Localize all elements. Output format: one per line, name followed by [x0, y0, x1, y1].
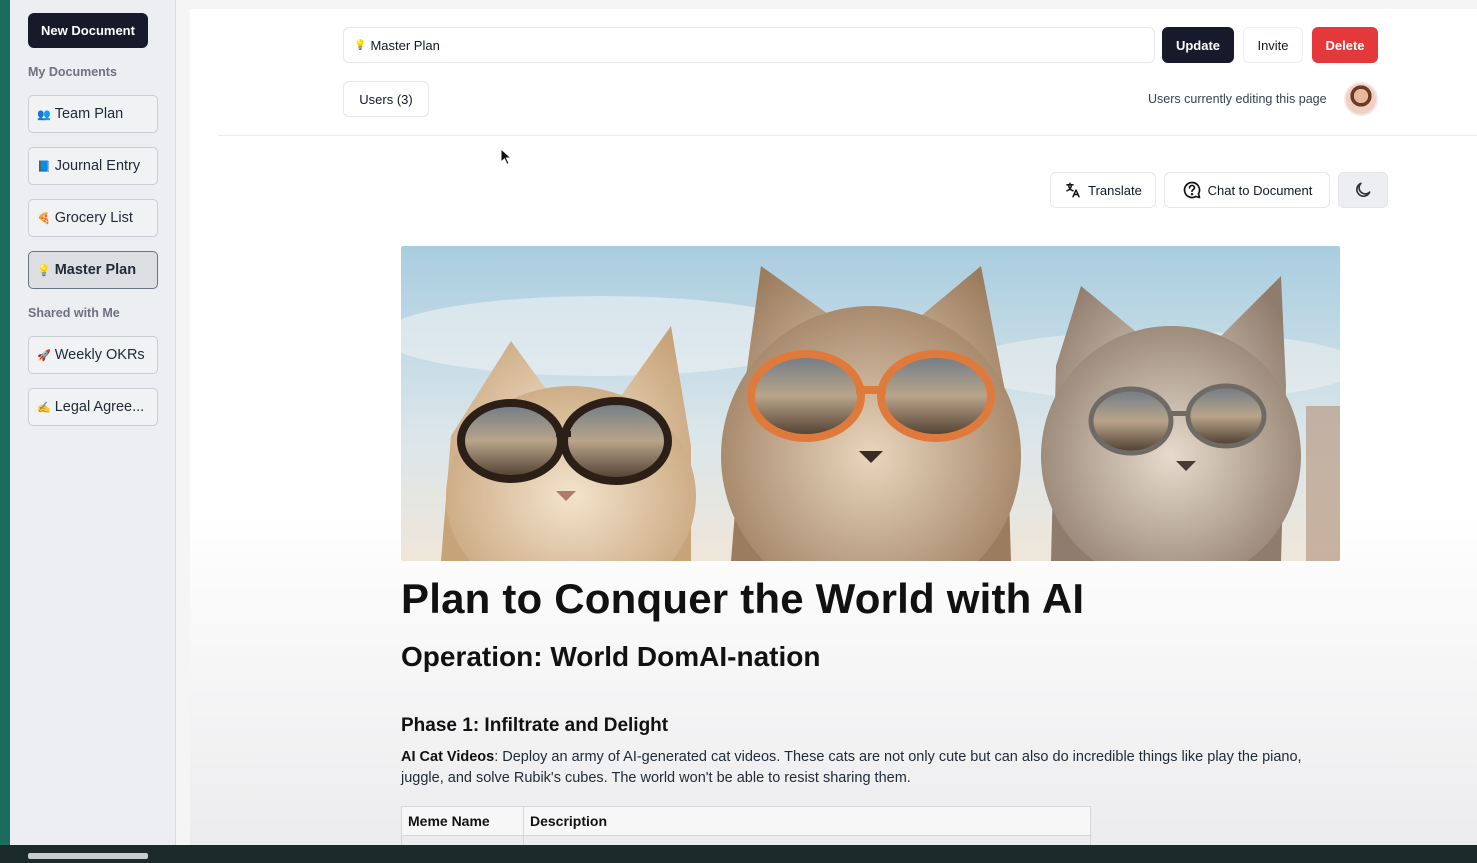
- phase-heading: Phase 1: Infiltrate and Delight: [401, 715, 669, 736]
- invite-button[interactable]: Invite: [1243, 27, 1303, 63]
- meme-table: Meme Name Description: [401, 806, 1091, 845]
- new-document-button[interactable]: New Document: [28, 13, 148, 48]
- sidebar-item-master-plan[interactable]: 💡 Master Plan: [28, 251, 158, 289]
- sidebar-item-label: Legal Agree...: [54, 399, 145, 415]
- lightbulb-icon: 💡: [37, 264, 51, 277]
- chat-to-document-button[interactable]: Chat to Document: [1164, 172, 1330, 208]
- team-icon: 👥: [37, 108, 51, 121]
- table-header-meme-name: Meme Name: [401, 806, 524, 836]
- table-header-description: Description: [523, 806, 1091, 836]
- document-title: Plan to Conquer the World with AI: [401, 575, 1085, 622]
- rocket-icon: 🚀: [37, 349, 51, 362]
- translate-label: Translate: [1088, 182, 1142, 198]
- taskbar: [0, 845, 1477, 863]
- sidebar-item-weekly-okrs[interactable]: 🚀 Weekly OKRs: [28, 336, 158, 374]
- delete-button[interactable]: Delete: [1312, 27, 1378, 63]
- table-header-row: Meme Name Description: [401, 806, 1091, 836]
- avatar[interactable]: [1344, 82, 1378, 116]
- sidebar-item-label: Team Plan: [54, 106, 124, 122]
- mouse-cursor-icon: [500, 148, 512, 166]
- sidebar-item-label: Journal Entry: [54, 158, 141, 174]
- sidebar-item-label: Grocery List: [54, 210, 133, 226]
- sidebar: New Document My Documents 👥 Team Plan 📘 …: [10, 0, 176, 845]
- document-subtitle: Operation: World DomAI-nation: [401, 641, 821, 672]
- writing-hand-icon: ✍️: [37, 401, 51, 414]
- sidebar-item-grocery-list[interactable]: 🍕 Grocery List: [28, 199, 158, 237]
- paragraph-bold-lead: AI Cat Videos: [401, 749, 495, 765]
- paragraph: AI Cat Videos: Deploy an army of AI-gene…: [401, 747, 1321, 789]
- dark-mode-toggle[interactable]: [1338, 172, 1388, 208]
- header-divider: [218, 135, 1477, 136]
- app-window: New Document My Documents 👥 Team Plan 📘 …: [10, 0, 1477, 845]
- paragraph-text: : Deploy an army of AI-generated cat vid…: [401, 749, 1302, 786]
- shared-with-me-label: Shared with Me: [28, 306, 120, 320]
- sidebar-item-team-plan[interactable]: 👥 Team Plan: [28, 95, 158, 133]
- translate-button[interactable]: Translate: [1050, 172, 1156, 208]
- my-documents-label: My Documents: [28, 65, 117, 79]
- update-button[interactable]: Update: [1162, 27, 1234, 63]
- sidebar-item-label: Master Plan: [54, 262, 137, 278]
- translate-icon: [1066, 182, 1080, 198]
- cover-image: [401, 246, 1340, 561]
- document-title-input[interactable]: 💡 Master Plan: [343, 27, 1155, 63]
- table-row: [401, 835, 1091, 845]
- table-cell: [523, 835, 1091, 845]
- sidebar-item-label: Weekly OKRs: [54, 347, 145, 363]
- chat-bubble-icon: [1183, 181, 1200, 199]
- moon-icon: [1356, 182, 1371, 197]
- lightbulb-icon: 💡: [354, 39, 367, 51]
- main-content: 💡 Master Plan Update Invite Delete Users…: [190, 9, 1477, 845]
- sidebar-item-legal-agreement[interactable]: ✍️ Legal Agree...: [28, 388, 158, 426]
- editing-users-label: Users currently editing this page: [1148, 92, 1327, 106]
- pizza-icon: 🍕: [37, 212, 51, 225]
- book-icon: 📘: [37, 160, 51, 173]
- table-cell: [401, 835, 524, 845]
- document-title-value: Master Plan: [370, 37, 440, 53]
- users-button[interactable]: Users (3): [343, 81, 429, 117]
- sidebar-item-journal-entry[interactable]: 📘 Journal Entry: [28, 147, 158, 185]
- taskbar-indicator: [28, 853, 148, 859]
- chat-to-document-label: Chat to Document: [1207, 182, 1313, 198]
